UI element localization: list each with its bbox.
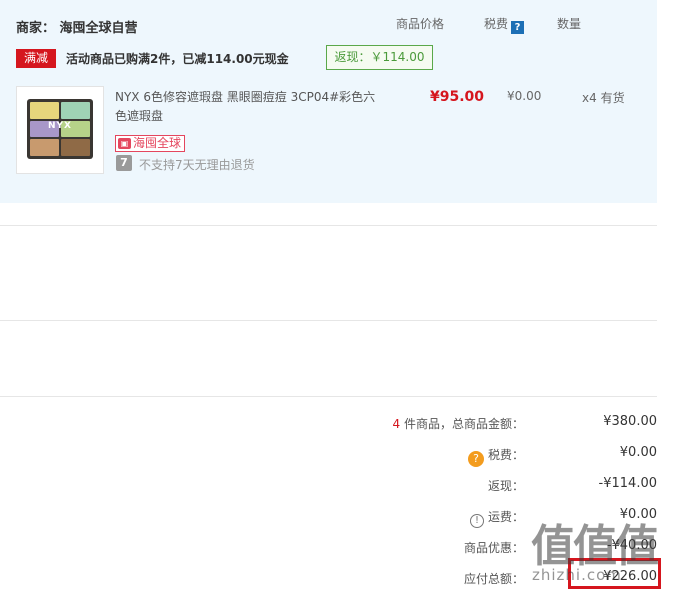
column-price-header: 商品价格	[396, 17, 445, 31]
tax-help-icon[interactable]: ?	[511, 21, 525, 34]
bag-icon: ▣	[118, 138, 131, 149]
rebate-badge: 返现：￥114.00	[326, 45, 433, 70]
product-qty: x4 有货	[582, 89, 625, 106]
no-return-text: 不支持7天无理由退货	[139, 158, 255, 172]
column-tax-header: 税费?	[484, 15, 525, 34]
watermark-logo: 值值值	[531, 521, 659, 572]
watermark-url: zhizhi.com	[532, 566, 622, 584]
palette-image: NYX	[27, 99, 93, 159]
rebate-value: -¥114.00	[598, 476, 657, 491]
qty-value: x4	[582, 91, 597, 105]
shipping-row-label: ! 运费：	[469, 508, 524, 528]
stock-status: 有货	[600, 91, 625, 105]
global-store-tag: ▣ 海囤全球	[115, 135, 186, 152]
product-name-link[interactable]: NYX 6色修容遮瑕盘 黑眼圈痘痘 3CP04#彩色六色遮瑕盘	[115, 88, 380, 126]
product-tax: ¥0.00	[507, 89, 542, 103]
item-total-text: 件商品，总商品金额：	[400, 417, 524, 431]
brand-logo: NYX	[48, 121, 72, 131]
promo-text: 活动商品已购满2件，已减114.00元现金	[66, 52, 289, 66]
discount-label: 商品优惠：	[463, 541, 524, 555]
info-icon[interactable]: !	[469, 514, 484, 528]
rebate-label: 返现：	[487, 479, 524, 493]
merchant-label: 商家： 海囤全球自营	[16, 21, 138, 36]
tax-label: 税费：	[487, 448, 524, 462]
column-qty-header: 数量	[557, 17, 582, 31]
swatch-5	[30, 139, 59, 156]
global-store-label: 海囤全球	[133, 136, 182, 150]
no-return-icon: 7	[116, 155, 132, 171]
divider	[0, 225, 657, 226]
tax-row-label: ? 税费：	[467, 446, 524, 467]
product-panel: 商家： 海囤全球自营 商品价格 税费? 数量 满减 活动商品已购满2件，已减11…	[0, 0, 657, 203]
total-items-value: ¥380.00	[603, 414, 657, 429]
swatch-1	[30, 102, 59, 119]
swatch-6	[61, 139, 90, 156]
payable-label: 应付总额：	[463, 572, 524, 586]
swatch-2	[61, 102, 90, 119]
product-thumbnail[interactable]: NYX	[16, 86, 104, 174]
product-price: ¥95.00	[430, 89, 485, 105]
total-items-label: 4 件商品，总商品金额：	[393, 415, 524, 432]
shipping-label: 运费：	[487, 510, 524, 524]
divider	[0, 320, 657, 321]
tax-question-icon[interactable]: ?	[467, 451, 484, 467]
column-tax-label: 税费	[484, 17, 509, 31]
tax-value: ¥0.00	[619, 445, 657, 460]
promo-tag: 满减	[16, 49, 56, 68]
divider	[0, 396, 657, 397]
